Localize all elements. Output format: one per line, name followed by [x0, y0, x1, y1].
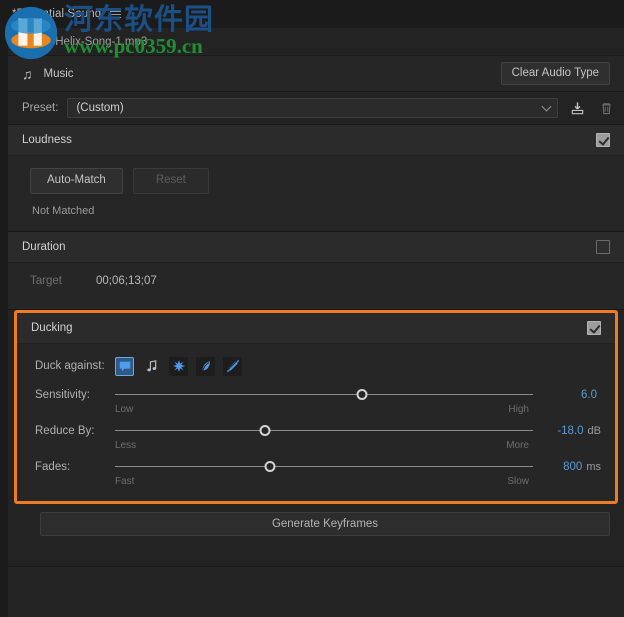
ducking-section: Ducking Duck against: Sensitivity: 6.0 L… [14, 309, 618, 504]
ducking-title: Ducking [31, 321, 73, 334]
panel-bottom-space [8, 535, 624, 566]
loudness-status: Not Matched [32, 204, 95, 217]
loudness-title: Loudness [22, 134, 72, 146]
sensitivity-max-label: High [508, 403, 529, 415]
audio-type-info: ♫ Music [22, 67, 501, 81]
dialogue-icon[interactable] [115, 356, 134, 376]
music-note-glyph [146, 360, 156, 372]
delete-preset-icon[interactable] [596, 98, 616, 118]
tab-label: *Essential Sound [12, 8, 102, 20]
tab-essential-sound[interactable]: *Essential Sound [8, 0, 127, 28]
clip-filename: SoundHelix-Song-1.mp3 [22, 35, 148, 48]
reduce-by-handle[interactable] [259, 425, 271, 437]
clip-filename-row: SoundHelix-Song-1.mp3 [8, 28, 624, 56]
generate-keyframes-wrap: Generate Keyframes [8, 503, 624, 536]
sensitivity-value[interactable]: 6.0 [581, 389, 597, 401]
duck-against-row: Duck against: [35, 356, 605, 376]
fades-label: Fades: [35, 460, 71, 473]
sfx-icon[interactable] [169, 356, 188, 376]
essential-sound-content: SoundHelix-Song-1.mp3 ♫ Music Clear Audi… [8, 28, 624, 617]
sfx-starburst-glyph [172, 360, 185, 373]
sensitivity-slider[interactable] [115, 387, 533, 403]
duration-target-row: Target 00;06;13;07 [30, 275, 610, 287]
sensitivity-label: Sensitivity: [35, 388, 90, 401]
reduce-by-slider-block: Reduce By: -18.0 dB Less More [35, 423, 605, 451]
duration-header: Duration [8, 231, 624, 263]
ambience-icon[interactable] [196, 356, 215, 376]
duck-against-label: Duck against: [35, 360, 105, 373]
fades-range-labels: Fast Slow [115, 476, 529, 487]
duration-enable-checkbox[interactable] [596, 239, 610, 254]
fades-handle[interactable] [264, 461, 276, 473]
reduce-by-min-label: Less [115, 439, 137, 451]
music-note-icon[interactable] [142, 357, 161, 376]
hamburger-menu-icon[interactable] [110, 10, 122, 18]
clear-audio-type-button[interactable]: Clear Audio Type [500, 61, 610, 86]
essential-sound-panel: *Essential Sound SoundHelix-Song-1.mp3 ♫… [0, 0, 624, 617]
panel-body: SoundHelix-Song-1.mp3 ♫ Music Clear Audi… [0, 28, 624, 617]
sensitivity-range-labels: Low High [115, 404, 529, 415]
reduce-by-label: Reduce By: [35, 424, 95, 437]
ambience-leaf-glyph [201, 361, 210, 371]
duration-section: Duration Target 00;06;13;07 [8, 231, 624, 310]
save-preset-icon[interactable] [567, 98, 587, 118]
sensitivity-track [115, 394, 533, 396]
dialogue-glyph [119, 361, 130, 372]
duration-body: Target 00;06;13;07 [8, 262, 624, 309]
reduce-by-value[interactable]: -18.0 [557, 425, 583, 437]
trash-glyph [601, 102, 611, 114]
fades-min-label: Fast [115, 475, 135, 487]
preset-label: Preset: [22, 102, 59, 114]
reduce-by-unit: dB [587, 424, 601, 437]
fades-value-wrap: 800 ms [533, 461, 605, 473]
ducking-header: Ducking [17, 312, 615, 344]
fades-slider-line: Fades: 800 ms [35, 459, 605, 475]
reduce-by-track [115, 430, 533, 432]
reduce-by-value-wrap: -18.0 dB [533, 425, 605, 437]
reduce-by-max-label: More [506, 439, 529, 451]
fades-slider-block: Fades: 800 ms Fast Slow [35, 459, 605, 487]
save-preset-glyph [571, 101, 583, 114]
fades-slider[interactable] [115, 459, 533, 475]
reduce-by-range-labels: Less More [115, 440, 529, 451]
fades-value[interactable]: 800 [563, 461, 582, 473]
loudness-body: Auto-Match Reset Not Matched [8, 156, 624, 231]
sensitivity-min-label: Low [115, 403, 134, 415]
panel-tab-bar: *Essential Sound [0, 0, 624, 28]
fades-max-label: Slow [507, 475, 529, 487]
duration-target-value[interactable]: 00;06;13;07 [96, 275, 157, 287]
preset-dropdown[interactable]: (Custom) [67, 98, 558, 118]
ducking-body: Duck against: Sensitivity: 6.0 Low High … [17, 343, 615, 501]
reset-button: Reset [132, 168, 209, 194]
fades-unit: ms [586, 460, 601, 473]
fades-track [115, 466, 533, 468]
generate-keyframes-button[interactable]: Generate Keyframes [40, 511, 610, 536]
chevron-down-icon [541, 101, 552, 112]
duration-target-label: Target [30, 274, 62, 287]
loudness-header: Loudness [8, 125, 624, 156]
reduce-by-slider[interactable] [115, 423, 533, 439]
preset-row: Preset: (Custom) [8, 92, 624, 125]
ducking-enable-checkbox[interactable] [587, 320, 601, 335]
panel-bottom-divider [8, 565, 624, 567]
loudness-enable-checkbox[interactable] [596, 133, 610, 147]
loudness-section: Loudness Auto-Match Reset Not Matched [8, 125, 624, 232]
preset-value: (Custom) [76, 102, 124, 114]
audio-type-row: ♫ Music Clear Audio Type [8, 56, 624, 92]
music-note-icon: ♫ [22, 65, 33, 82]
sensitivity-handle[interactable] [356, 389, 368, 401]
sensitivity-slider-block: Sensitivity: 6.0 Low High [35, 387, 605, 415]
loudness-buttons: Auto-Match Reset [30, 168, 610, 194]
no-audio-type-glyph [226, 360, 239, 373]
auto-match-button[interactable]: Auto-Match [30, 168, 123, 194]
sensitivity-value-wrap: 6.0 [533, 389, 605, 401]
duration-title: Duration [22, 240, 66, 253]
no-audio-type-icon[interactable] [223, 356, 242, 376]
reduce-by-slider-line: Reduce By: -18.0 dB [35, 423, 605, 439]
duck-against-icons [115, 356, 242, 376]
sensitivity-slider-line: Sensitivity: 6.0 [35, 387, 605, 403]
audio-type-name: Music [43, 67, 74, 80]
